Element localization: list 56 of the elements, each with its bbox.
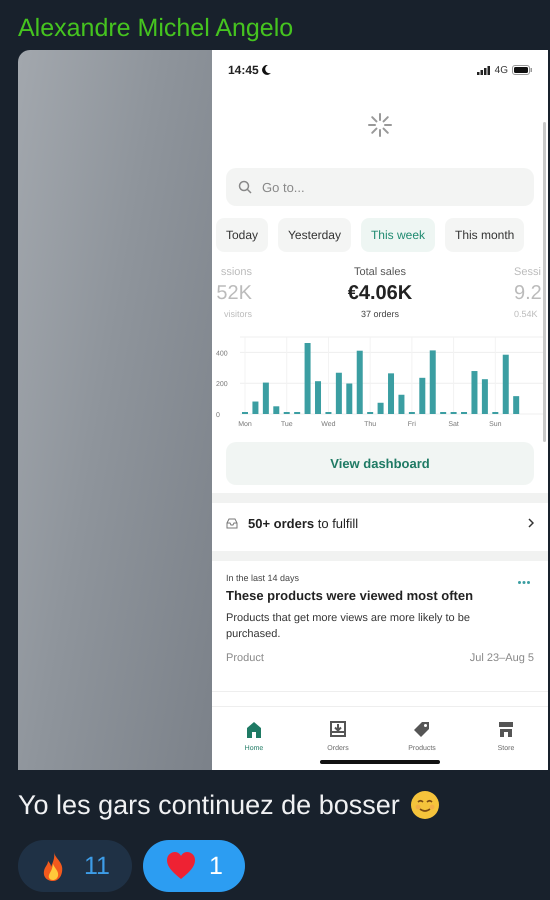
chart-bar: [273, 406, 280, 414]
chart-bar: [388, 373, 394, 414]
chart-bar: [482, 379, 488, 414]
network-label: 4G: [494, 64, 508, 76]
card-description: Products that get more views are more likely to be purchased.: [226, 611, 471, 642]
stat-label: Total sales: [354, 266, 406, 278]
reaction-button[interactable]: 11: [18, 840, 132, 892]
search-field[interactable]: Go to...: [226, 168, 534, 206]
status-time: 14:45: [228, 63, 259, 77]
stat-label: ssions: [220, 266, 252, 278]
stat-detail: 37 orders: [360, 309, 400, 319]
signal-icon: [476, 66, 491, 74]
stat-value: 9.2: [514, 282, 542, 305]
home-icon: [245, 720, 263, 739]
chart-bar: [304, 343, 311, 414]
chart-bar: [346, 384, 352, 414]
chart-bar: [502, 354, 509, 414]
moon-icon: [262, 65, 271, 75]
chart-bar: [471, 371, 478, 414]
loading-spinner-icon: [367, 112, 393, 138]
chart-bar: [315, 381, 321, 414]
chart-bar: [398, 394, 404, 414]
period-tab[interactable]: Today: [216, 218, 268, 252]
period-tab[interactable]: Yesterday: [278, 218, 351, 252]
chart-bar: [430, 350, 436, 414]
stat-label: Sessi: [514, 266, 541, 278]
chart-bar: [356, 350, 363, 414]
battery-icon: [512, 65, 532, 75]
stat-value: 52K: [216, 282, 252, 305]
heart-icon: [164, 850, 197, 882]
column-header: Product: [226, 652, 264, 664]
chart-bar: [262, 382, 269, 414]
smiling-emoji-icon: [410, 790, 440, 820]
orders-icon: [329, 720, 347, 739]
column-header: Jul 23–Aug 5: [470, 652, 534, 664]
more-icon[interactable]: [518, 581, 530, 584]
stat-value: €4.06K: [348, 282, 412, 305]
stat-detail: visitors: [224, 309, 252, 319]
period-tab[interactable]: This month: [445, 218, 524, 252]
message-text: Yo les gars continuez de bosser: [18, 790, 400, 820]
chevron-right-icon: [528, 518, 534, 528]
inbox-icon: [226, 518, 238, 528]
period-tab[interactable]: This week: [360, 218, 435, 252]
stat-detail: 0.54K: [514, 309, 538, 319]
orders-to-fulfill-link[interactable]: 50+ orders to fulfill: [248, 516, 518, 530]
chart-bar: [513, 396, 520, 414]
store-icon: [497, 720, 515, 739]
chart-bar: [252, 402, 258, 414]
chart-bar: [419, 378, 426, 414]
view-dashboard-button[interactable]: View dashboard: [226, 442, 534, 485]
sender-name: Alexandre Michel Angelo: [17, 13, 294, 44]
card-eyebrow: In the last 14 days: [226, 573, 300, 583]
chart-bar: [336, 372, 342, 414]
products-icon: [413, 720, 431, 739]
card-title: These products were viewed most often: [226, 588, 474, 603]
chart-bar: [378, 402, 384, 414]
